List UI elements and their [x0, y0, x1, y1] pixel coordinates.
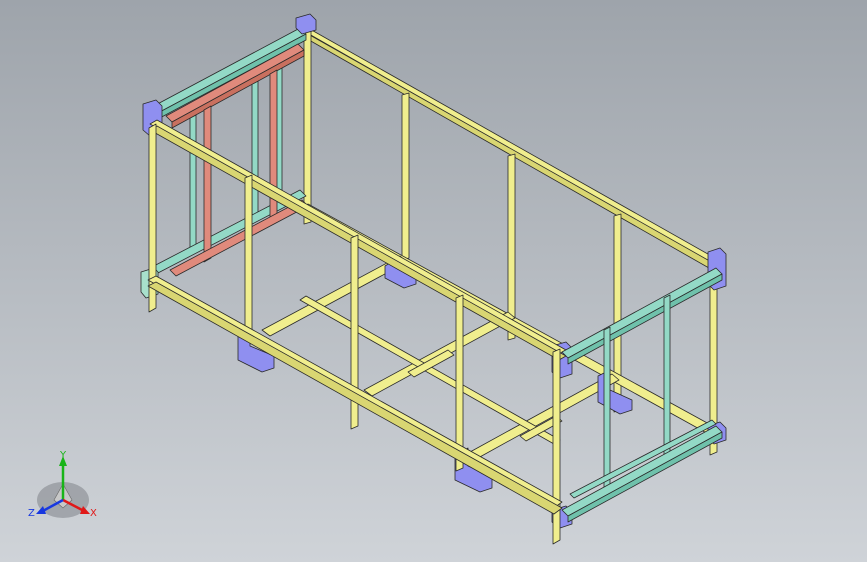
beam-floor-cross-3 [469, 373, 620, 459]
triad-x-label: X [90, 508, 97, 519]
triad-y-label: Y [59, 450, 67, 461]
frame-back [261, 27, 723, 459]
triad-z-label: Z [28, 508, 35, 519]
beam-red-top [165, 43, 305, 123]
beam-right-teal-top [561, 267, 723, 359]
beam-right-teal-post-1 [603, 326, 611, 492]
beam-floor-mid-rail [299, 295, 561, 445]
left-end-frame [149, 27, 309, 277]
beam-back-post-1 [401, 92, 410, 261]
beam-right-teal-bottom [561, 425, 723, 517]
beam-right-teal-mid [569, 419, 717, 499]
beam-left-teal-post-1 [189, 114, 197, 256]
beam-left-teal-top [149, 27, 307, 115]
beam-right-teal-post-2 [663, 294, 671, 458]
beam-front-right-post [552, 348, 561, 545]
beam-left-teal-post-2 [251, 80, 259, 222]
beam-front-post-1 [244, 174, 253, 340]
coordinate-triad: Y X Z [28, 450, 97, 519]
beam-back-post-2 [507, 153, 516, 341]
beam-floor-cross-2 [363, 311, 516, 397]
model-view[interactable]: Y X Z [0, 0, 867, 562]
bracket-top-rear-left [295, 13, 317, 35]
beam-red-post-1 [203, 105, 212, 263]
graphics-viewport[interactable]: Y X Z [0, 0, 867, 562]
